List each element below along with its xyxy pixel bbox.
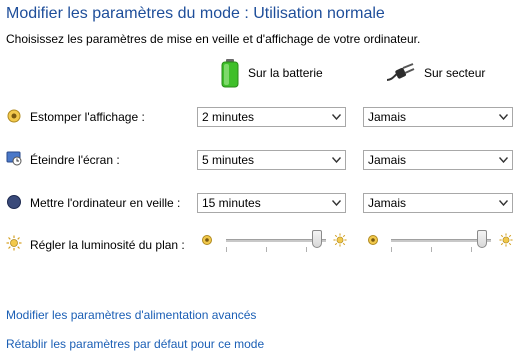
slider-track <box>226 239 326 242</box>
bright-brightness-icon <box>499 233 513 247</box>
dim-display-plugged-value: Jamais <box>368 110 407 124</box>
bright-brightness-icon <box>333 233 347 247</box>
turn-off-display-battery-select[interactable]: 5 minutes <box>197 150 346 170</box>
dim-display-battery-select[interactable]: 2 minutes <box>197 107 346 127</box>
dim-display-icon <box>7 109 21 123</box>
plugged-column-label: Sur secteur <box>424 66 486 80</box>
chevron-down-icon <box>499 114 508 120</box>
turn-off-display-plugged-select[interactable]: Jamais <box>363 150 513 170</box>
brightness-sun-icon <box>6 235 22 251</box>
slider-track <box>391 239 491 242</box>
sleep-label: Mettre l'ordinateur en veille : <box>30 196 181 210</box>
chevron-down-icon <box>499 200 508 206</box>
power-plug-icon <box>386 63 415 81</box>
plugged-column-header: Sur secteur <box>386 58 485 88</box>
advanced-settings-link[interactable]: Modifier les paramètres d'alimentation a… <box>6 308 256 322</box>
chevron-down-icon <box>332 200 341 206</box>
turn-off-display-label: Éteindre l'écran : <box>30 153 120 167</box>
battery-icon <box>221 59 239 88</box>
page-subtitle: Choisissez les paramètres de mise en vei… <box>6 32 421 46</box>
turn-off-display-plugged-value: Jamais <box>368 153 407 167</box>
dim-brightness-icon <box>368 235 378 245</box>
sleep-battery-value: 15 minutes <box>202 196 261 210</box>
brightness-battery-slider[interactable] <box>226 230 326 252</box>
sleep-plugged-select[interactable]: Jamais <box>363 193 513 213</box>
battery-column-label: Sur la batterie <box>248 66 323 80</box>
chevron-down-icon <box>332 114 341 120</box>
battery-column-header: Sur la batterie <box>220 58 323 88</box>
brightness-label: Régler la luminosité du plan : <box>30 238 185 252</box>
slider-thumb[interactable] <box>477 230 487 248</box>
turn-off-display-icon <box>6 151 22 166</box>
dim-display-label: Estomper l'affichage : <box>30 110 145 124</box>
dim-brightness-icon <box>202 235 212 245</box>
slider-ticks <box>391 247 491 252</box>
chevron-down-icon <box>499 157 508 163</box>
sleep-plugged-value: Jamais <box>368 196 407 210</box>
slider-thumb[interactable] <box>312 230 322 248</box>
sleep-icon <box>7 195 21 209</box>
slider-ticks <box>226 247 326 252</box>
dim-display-battery-value: 2 minutes <box>202 110 255 124</box>
chevron-down-icon <box>332 157 341 163</box>
restore-defaults-link[interactable]: Rétablir les paramètres par défaut pour … <box>6 337 264 351</box>
page-title: Modifier les paramètres du mode : Utilis… <box>6 5 385 22</box>
dim-display-plugged-select[interactable]: Jamais <box>363 107 513 127</box>
sleep-battery-select[interactable]: 15 minutes <box>197 193 346 213</box>
turn-off-display-battery-value: 5 minutes <box>202 153 255 167</box>
brightness-plugged-slider[interactable] <box>391 230 491 252</box>
